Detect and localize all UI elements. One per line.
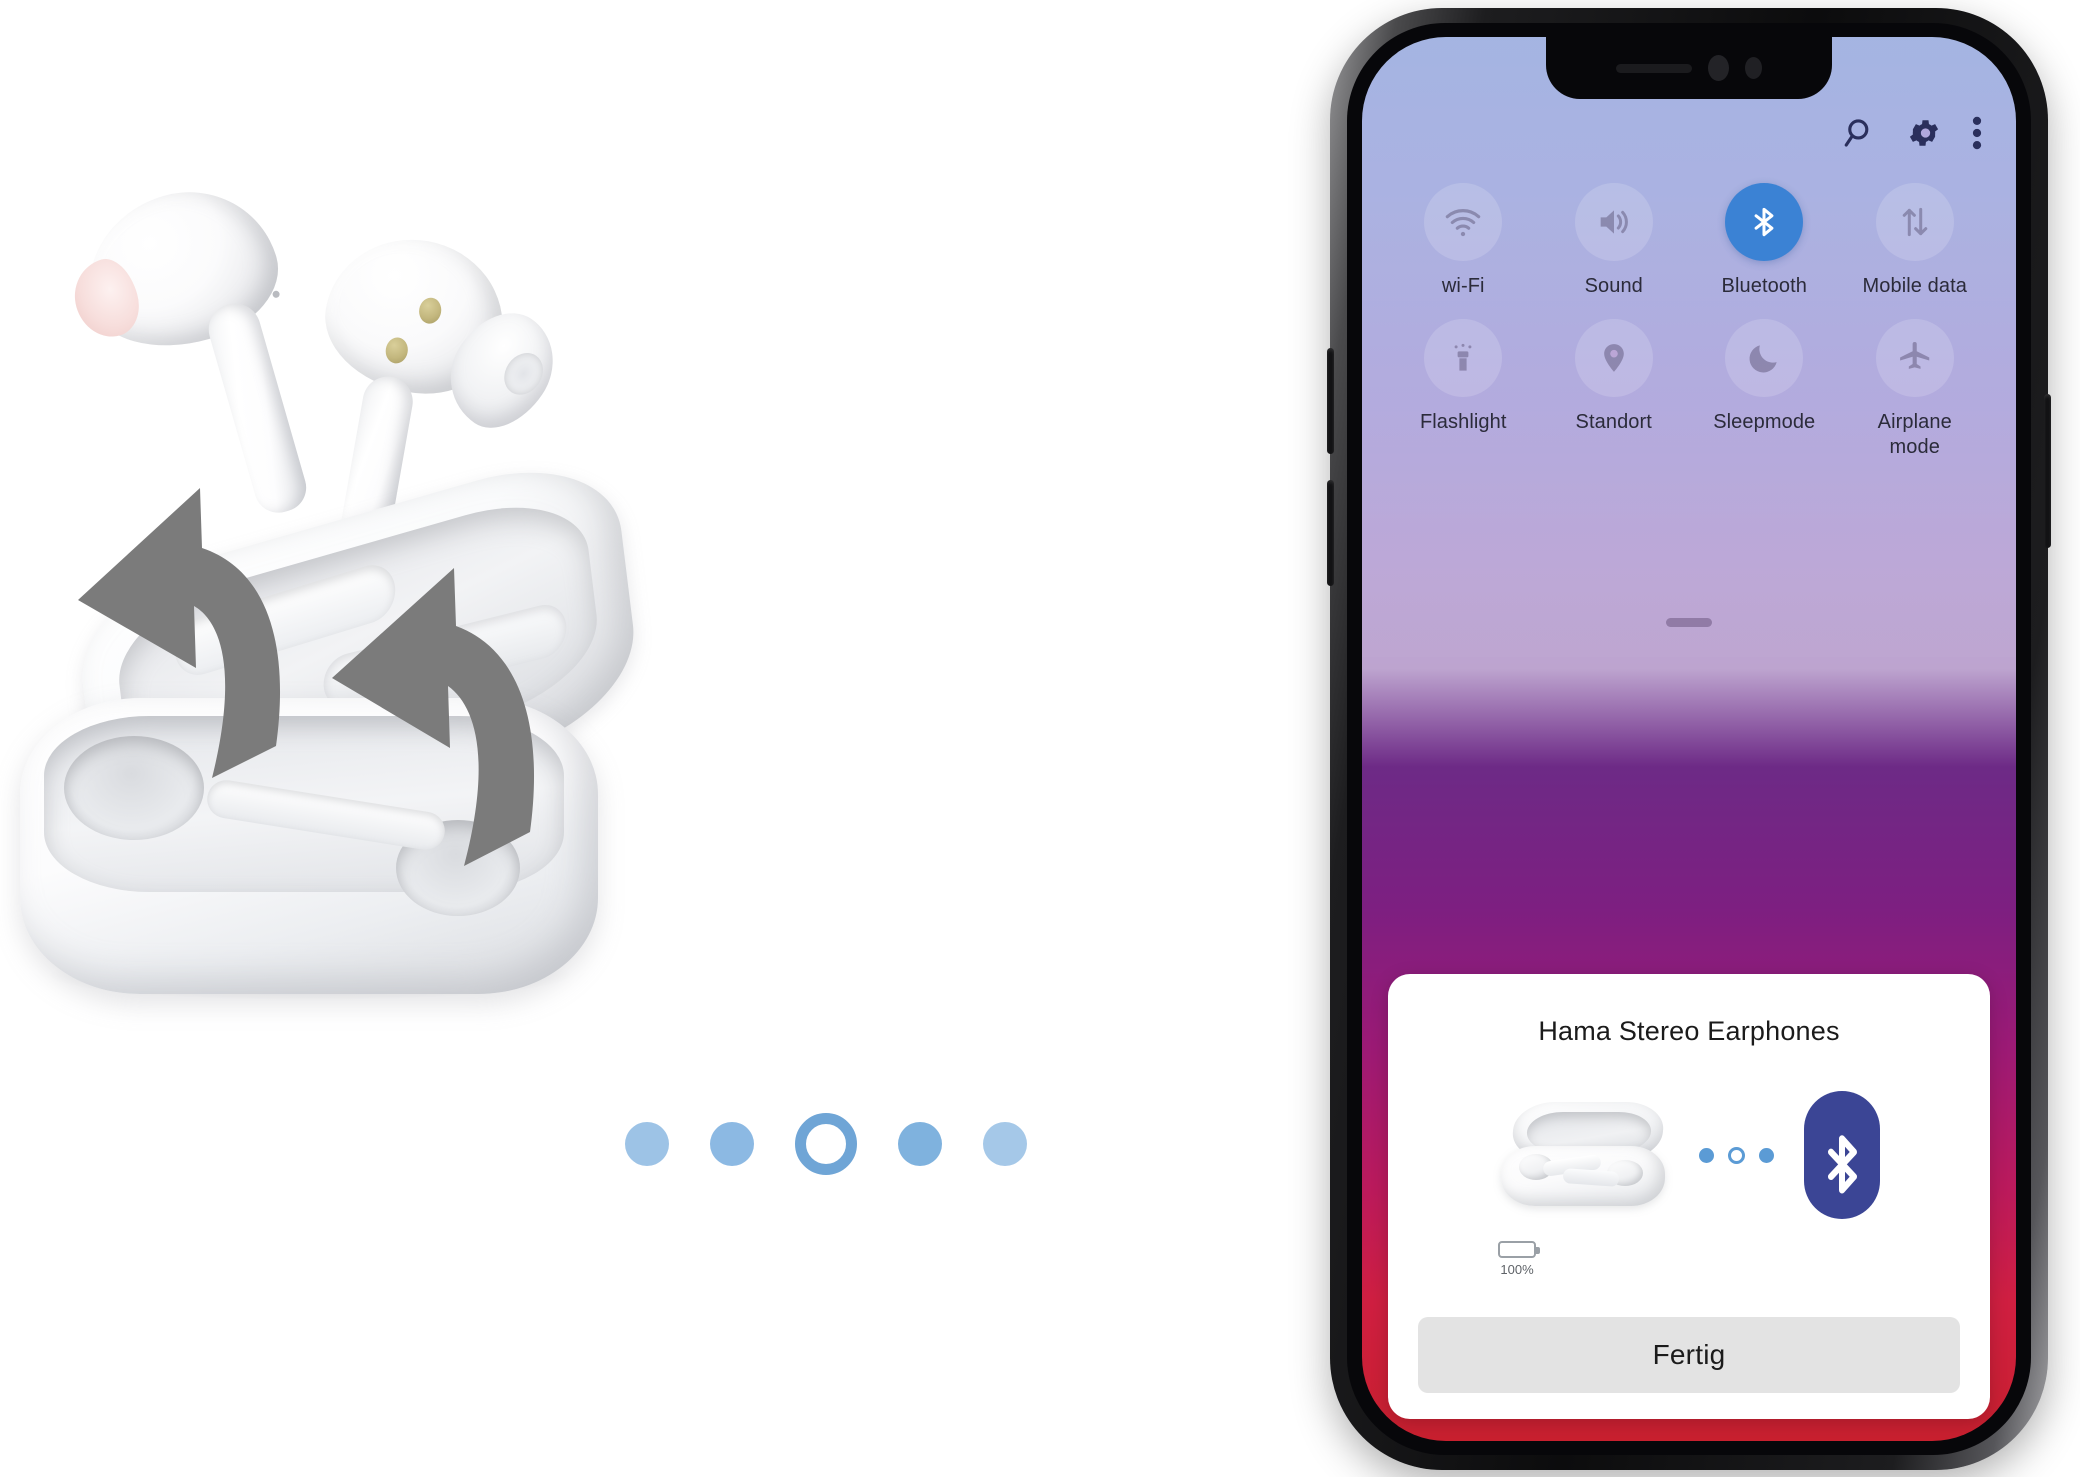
battery-indicator: 100% <box>1486 1241 1548 1277</box>
power-button[interactable] <box>2044 394 2051 548</box>
quick-tile-sleepmode[interactable]: Sleepmode <box>1689 319 1840 460</box>
quick-tile-location[interactable]: Standort <box>1539 319 1690 460</box>
earpiece-speaker-icon <box>1616 63 1692 73</box>
bluetooth-logo <box>1803 1091 1880 1219</box>
gear-icon[interactable] <box>1906 115 1942 151</box>
progress-dot-current[interactable] <box>795 1113 857 1175</box>
pairing-visual-row <box>1418 1091 1960 1219</box>
quick-tile-label: Bluetooth <box>1721 275 1807 297</box>
quick-settings-panel: wi-Fi Sound Bluetooth Mobile data Flashl… <box>1362 37 2016 657</box>
quick-tile-label: Sound <box>1584 275 1643 297</box>
quick-tile-label: Flashlight <box>1419 411 1507 433</box>
battery-percent-label: 100% <box>1500 1262 1534 1277</box>
quick-tile-wifi[interactable]: wi-Fi <box>1388 183 1539 299</box>
volume-down-button[interactable] <box>1327 480 1334 586</box>
bluetooth-icon <box>1725 183 1804 261</box>
airplane-icon <box>1875 319 1954 397</box>
display-notch <box>1546 37 1832 99</box>
quick-tile-flashlight[interactable]: Flashlight <box>1388 319 1539 460</box>
quick-tile-label: Airplane mode <box>1877 411 1952 458</box>
location-pin-icon <box>1574 319 1653 397</box>
quick-settings-grid: wi-Fi Sound Bluetooth Mobile data Flashl… <box>1388 183 1990 460</box>
mobile-data-icon <box>1875 183 1954 261</box>
quick-tile-airplane-mode[interactable]: Airplane mode <box>1840 319 1991 460</box>
pairing-link-dots <box>1698 1146 1774 1164</box>
earphone-case-image <box>1499 1100 1669 1210</box>
battery-icon <box>1498 1241 1540 1258</box>
quick-tile-label: wi-Fi <box>1441 275 1485 297</box>
link-dot-3 <box>1758 1147 1774 1163</box>
phone-screen: wi-Fi Sound Bluetooth Mobile data Flashl… <box>1362 37 2016 1441</box>
moon-icon <box>1725 319 1804 397</box>
front-camera-icon <box>1708 55 1729 81</box>
quick-tile-bluetooth[interactable]: Bluetooth <box>1689 183 1840 299</box>
progress-dot-2[interactable] <box>710 1122 754 1166</box>
earbud-left-mic-hole <box>271 289 281 299</box>
product-illustration <box>0 0 1027 1477</box>
progress-dot-4[interactable] <box>898 1122 942 1166</box>
pairing-device-title: Hama Stereo Earphones <box>1538 1016 1840 1046</box>
quick-settings-topbar <box>1842 115 1982 151</box>
remove-earbud-arrow-right <box>332 568 535 866</box>
step-progress-dots <box>625 1113 1027 1175</box>
panel-drag-handle[interactable] <box>1666 618 1712 627</box>
overflow-menu-icon[interactable] <box>1972 116 1982 150</box>
link-dot-2 <box>1727 1146 1745 1164</box>
pairing-card: Hama Stereo Earphones 100% Fertig <box>1388 974 1990 1419</box>
quick-tile-label: Sleepmode <box>1713 411 1816 433</box>
volume-up-button[interactable] <box>1327 348 1334 454</box>
progress-dot-1[interactable] <box>625 1122 669 1166</box>
quick-tile-sound[interactable]: Sound <box>1539 183 1690 299</box>
flashlight-icon <box>1424 319 1503 397</box>
done-button[interactable]: Fertig <box>1418 1317 1960 1393</box>
link-dot-1 <box>1698 1147 1714 1163</box>
wifi-icon <box>1424 183 1503 261</box>
speaker-icon <box>1574 183 1653 261</box>
quick-tile-mobile-data[interactable]: Mobile data <box>1840 183 1991 299</box>
quick-tile-label: Standort <box>1575 411 1652 433</box>
screenshot-canvas: wi-Fi Sound Bluetooth Mobile data Flashl… <box>0 0 2080 1477</box>
search-icon[interactable] <box>1842 116 1876 150</box>
proximity-sensor-icon <box>1745 57 1762 79</box>
smartphone-mockup: wi-Fi Sound Bluetooth Mobile data Flashl… <box>1327 8 2051 1470</box>
quick-tile-label: Mobile data <box>1862 275 1967 297</box>
progress-dot-5[interactable] <box>983 1122 1027 1166</box>
